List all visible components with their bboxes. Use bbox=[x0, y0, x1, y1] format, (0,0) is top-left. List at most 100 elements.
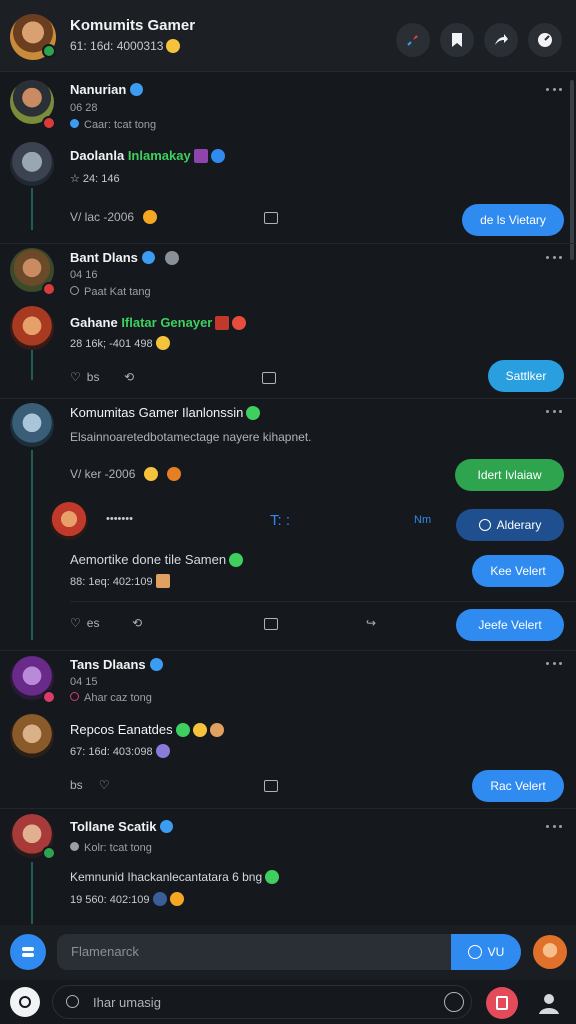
link-icon bbox=[70, 119, 79, 128]
search-input[interactable]: Ihar umasig bbox=[52, 985, 472, 1019]
post-time: 28 16k; -401 498 bbox=[70, 336, 170, 350]
person-emoji-icon bbox=[155, 574, 170, 588]
more-options-button[interactable] bbox=[546, 88, 562, 92]
post-author[interactable]: Tollane Scatik bbox=[70, 819, 174, 834]
copy-button[interactable] bbox=[264, 780, 278, 792]
post-author[interactable]: Tans Dlaans bbox=[70, 657, 163, 672]
share-icon bbox=[495, 34, 508, 45]
alert-icon bbox=[496, 996, 508, 1010]
person-icon bbox=[539, 994, 559, 1014]
post-body: Aemortike done tile Samen bbox=[70, 552, 244, 567]
clock-icon bbox=[478, 519, 491, 531]
settings-icon bbox=[70, 286, 79, 295]
post-time: 88: 1eq: 402:109 bbox=[70, 574, 170, 588]
post-time: 19 560: 402:109 bbox=[70, 892, 184, 906]
game-emoji-icon bbox=[193, 149, 208, 163]
repost-icon: ⟲ bbox=[132, 616, 143, 630]
follow-button[interactable]: Sattlker bbox=[488, 360, 564, 392]
divider bbox=[0, 650, 576, 651]
post-author[interactable]: Nanurian bbox=[70, 82, 144, 97]
profile-avatar[interactable] bbox=[533, 935, 567, 969]
link-icon bbox=[70, 842, 79, 851]
profile-button[interactable] bbox=[536, 990, 562, 1016]
post-time: 04 15 bbox=[70, 676, 98, 688]
alien-emoji-icon bbox=[265, 870, 280, 884]
post-body: Elsainnoaretedbotamectage nayere kihapne… bbox=[70, 430, 312, 444]
post-author[interactable]: Repcos Eanatdes bbox=[70, 722, 224, 737]
post-author[interactable]: Gahane Iflatar Genayer bbox=[70, 315, 247, 330]
home-icon bbox=[19, 996, 31, 1008]
reply-indicator: T: : bbox=[270, 512, 291, 529]
message-input[interactable]: Flamenarck bbox=[57, 934, 451, 970]
copy-button[interactable] bbox=[264, 618, 278, 630]
post-time: 04 16 bbox=[70, 269, 98, 281]
smile-emoji-icon bbox=[166, 39, 181, 53]
reply-meta: ••••••• bbox=[106, 513, 133, 525]
follow-button[interactable]: Idert Ivlaiaw bbox=[455, 459, 564, 491]
post-tag: Ahar caz tong bbox=[70, 692, 152, 704]
copy-icon bbox=[264, 780, 278, 792]
like-button[interactable]: ♡ es bbox=[70, 616, 99, 630]
pin-button[interactable] bbox=[396, 23, 430, 57]
send-button[interactable]: VU bbox=[451, 934, 521, 970]
share-icon: ↪ bbox=[366, 616, 377, 630]
face-emoji-icon bbox=[155, 744, 170, 758]
emoji-icon[interactable] bbox=[444, 992, 464, 1012]
badge-emoji-icon bbox=[210, 149, 225, 163]
user-avatar[interactable] bbox=[10, 403, 54, 447]
view-button[interactable]: de ls Vietary bbox=[462, 204, 564, 236]
user-avatar[interactable] bbox=[10, 306, 54, 350]
more-options-button[interactable] bbox=[546, 662, 562, 666]
user-avatar[interactable] bbox=[10, 142, 54, 186]
alien-emoji-icon bbox=[229, 553, 244, 567]
bookmark-icon bbox=[452, 33, 462, 47]
share-button[interactable]: ↪ bbox=[366, 616, 376, 630]
home-button[interactable] bbox=[10, 987, 40, 1017]
post-author[interactable]: Bant Dlans bbox=[70, 250, 179, 265]
reaction-count[interactable]: V/ ker -2006 bbox=[70, 467, 182, 481]
user-avatar[interactable] bbox=[10, 714, 54, 758]
heart-icon: ♡ bbox=[98, 778, 110, 792]
view-button[interactable]: Jeefe Velert bbox=[456, 609, 564, 641]
scrollbar[interactable] bbox=[570, 80, 574, 260]
verified-icon bbox=[130, 83, 144, 96]
share-button[interactable] bbox=[484, 23, 518, 57]
repost-button[interactable]: ⟲ bbox=[124, 370, 134, 384]
copy-icon bbox=[262, 372, 276, 384]
group-subtitle: 61: 16d: 4000313 bbox=[70, 39, 181, 53]
verified-icon bbox=[141, 251, 155, 264]
view-button[interactable]: Rac Velert bbox=[472, 770, 564, 802]
gauge-icon bbox=[538, 33, 552, 47]
post-author[interactable]: Daolanla Inlamakay bbox=[70, 148, 225, 163]
settings-button[interactable] bbox=[528, 23, 562, 57]
view-button[interactable]: Kee Velert bbox=[472, 555, 564, 587]
like-button[interactable]: ♡ bs bbox=[70, 370, 99, 384]
app-icon[interactable] bbox=[10, 934, 46, 970]
reply-action-button[interactable]: Alderary bbox=[456, 509, 564, 541]
post-time: ☆ 24: 146 bbox=[70, 173, 120, 185]
wink-emoji-icon bbox=[167, 467, 182, 481]
copy-button[interactable] bbox=[264, 212, 278, 224]
reply-label: Nm bbox=[414, 514, 432, 526]
divider bbox=[0, 398, 576, 399]
controller-emoji-icon bbox=[164, 251, 179, 265]
reaction-count[interactable]: bs ♡ bbox=[70, 778, 109, 792]
group-title: Komumits Gamer bbox=[70, 17, 196, 34]
post-author[interactable]: Komumitas Gamer Ilanlonssin bbox=[70, 405, 261, 420]
more-options-button[interactable] bbox=[546, 410, 562, 414]
role-badge bbox=[42, 690, 56, 704]
notification-button[interactable] bbox=[486, 987, 518, 1019]
post-tag: Paat Kat tang bbox=[70, 286, 151, 298]
post-time: 67: 16d: 403:098 bbox=[70, 744, 170, 758]
bookmark-button[interactable] bbox=[440, 23, 474, 57]
repost-button[interactable]: ⟲ bbox=[132, 616, 142, 630]
grid-emoji-icon bbox=[215, 316, 230, 330]
alien-emoji-icon bbox=[246, 406, 261, 420]
reaction-count[interactable]: V/ lac -2006 bbox=[70, 210, 158, 224]
reply-avatar[interactable] bbox=[50, 502, 88, 540]
more-options-button[interactable] bbox=[546, 256, 562, 260]
role-badge bbox=[42, 282, 56, 296]
more-options-button[interactable] bbox=[546, 825, 562, 829]
heart-icon: ♡ bbox=[70, 370, 81, 384]
copy-button[interactable] bbox=[262, 372, 276, 384]
